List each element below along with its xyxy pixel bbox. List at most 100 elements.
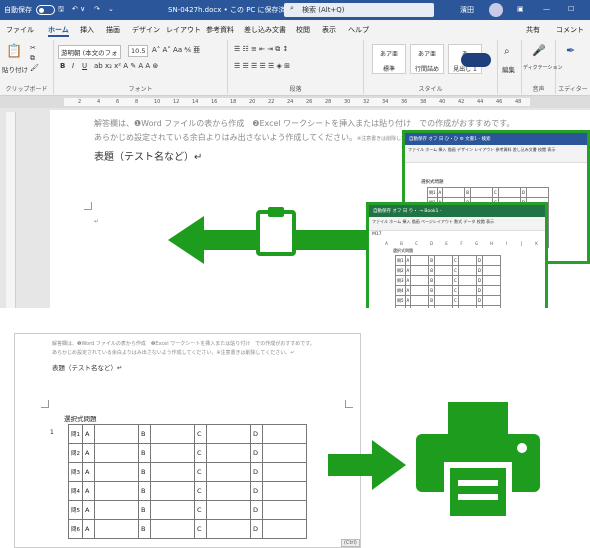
tab-help[interactable]: ヘルプ [348, 25, 369, 35]
column-header[interactable]: K [529, 241, 544, 246]
redo-icon[interactable]: ↷ [94, 5, 100, 13]
editor-pen-icon[interactable]: ✒ [566, 44, 575, 57]
column-header[interactable]: D [424, 241, 439, 246]
ribbon-display-icon[interactable]: ▣ [517, 5, 524, 13]
table-row: 問4A B C D [68, 481, 307, 501]
answer-space-cell [94, 462, 139, 482]
tab-insert[interactable]: 挿入 [80, 25, 94, 35]
editing-label[interactable]: 編集 [502, 64, 515, 74]
redaction-blob [461, 53, 491, 67]
answer-space-cell [206, 481, 251, 501]
copy-icon[interactable]: ⧉ [30, 54, 35, 63]
autosave-toggle[interactable] [36, 5, 55, 15]
choice-label-cell: B [138, 443, 151, 463]
choice-label-cell: D [250, 443, 263, 463]
autosave-label: 自動保存 [4, 6, 32, 14]
tab-home[interactable]: ホーム [48, 25, 69, 37]
save-icon[interactable]: 🖫 [58, 5, 64, 16]
tab-review[interactable]: 校閲 [296, 25, 310, 35]
avatar[interactable] [489, 3, 503, 17]
undo-icon[interactable]: ↶ ∨ [72, 5, 85, 13]
print-page: 解答欄は、❶Word ファイルの表から作成 ❷Excel ワークシートを挿入また… [14, 333, 361, 548]
italic-icon[interactable]: I [72, 62, 74, 70]
mini-excel-cellref: M17 [372, 232, 382, 237]
answer-space-cell [94, 519, 139, 539]
table-row: 問1 A B C D [68, 424, 307, 444]
underline-icon[interactable]: U [82, 62, 87, 70]
ruler-tick: 32 [363, 99, 370, 105]
answer-space-cell [525, 187, 549, 198]
microphone-icon[interactable]: 🎤 [532, 44, 546, 57]
print-heading: 表題（テスト名など）↵ [52, 364, 123, 372]
choice-label-cell: B [138, 519, 151, 539]
paste-icon[interactable]: 📋 [6, 44, 22, 59]
tab-mailings[interactable]: 差し込み文書 [244, 25, 286, 35]
editor-group: ✒ エディター [556, 40, 590, 94]
cut-icon[interactable]: ✂ [30, 44, 36, 52]
search-box[interactable]: ⌕ 検索 (Alt+Q) [284, 3, 434, 17]
choice-label-cell: B [138, 481, 151, 501]
column-header[interactable]: G [469, 241, 484, 246]
find-icon[interactable]: ⌕ [504, 46, 510, 57]
paste-options-tag[interactable]: (Ctrl) [341, 539, 360, 547]
font-size-select[interactable]: 10.5 [128, 45, 149, 57]
paste-label[interactable]: 貼り付け [2, 64, 28, 74]
share-button[interactable]: 共有 [526, 25, 540, 35]
choice-table: 問1 A B C D 問2 A B C D 問3 A B C D 問4 A B C D 問5 A B C D 問6 A B C D [68, 424, 307, 539]
column-header[interactable]: H [484, 241, 499, 246]
ruler-tick: 48 [515, 99, 522, 105]
mini-excel-column-headers: ABCDEFGHIJK [379, 241, 544, 246]
table-row: 問3A B C D [68, 462, 307, 482]
column-header[interactable]: F [454, 241, 469, 246]
answer-space-cell [434, 305, 454, 308]
answer-space-cell [410, 305, 430, 308]
question-cell: 問3 [395, 275, 406, 286]
table-row: 問5A B C D [68, 500, 307, 520]
grow-font-icon[interactable]: A˄ A˅ Aa ⅍ 亜 [152, 45, 200, 55]
align-icon[interactable]: ☰ ☰ ☰ ☰ ☰ ◈ ⊞ [234, 62, 290, 70]
tab-design[interactable]: デザイン [132, 25, 160, 35]
choice-label-cell: A [82, 424, 95, 444]
maximize-icon[interactable]: ☐ [568, 5, 574, 13]
answer-space-cell [434, 265, 454, 276]
doc-instruction-2: あらかじめ設定されている余白よりはみ出さないよう作成してください。※注意書きは削… [94, 133, 431, 142]
ruler-tick: 10 [154, 99, 161, 105]
ruler-tick: 38 [420, 99, 427, 105]
tab-layout[interactable]: レイアウト [166, 25, 201, 35]
choice-label-cell: C [194, 424, 207, 444]
tab-file[interactable]: ファイル [6, 25, 34, 35]
column-header[interactable]: A [379, 241, 394, 246]
answer-space-cell [481, 285, 501, 296]
bold-icon[interactable]: B [60, 62, 65, 70]
styles-group-label: スタイル [418, 86, 443, 93]
document-name[interactable]: SN-0427h.docx • この PC に保存済み ∨ [168, 5, 300, 15]
qat-dropdown-icon[interactable]: ⌄ [108, 5, 114, 13]
bullets-icon[interactable]: ☰ ☷ ≡ ⇤ ⇥ ⧉ ↕ [234, 45, 288, 54]
ruler-tick: 46 [496, 99, 503, 105]
ruler-tick: 16 [211, 99, 218, 105]
tab-references[interactable]: 参考資料 [206, 25, 234, 35]
tab-draw[interactable]: 描画 [106, 25, 120, 35]
comments-button[interactable]: コメント [556, 25, 584, 35]
title-bar: 自動保存 🖫 ↶ ∨ ↷ ⌄ SN-0427h.docx • この PC に保存… [0, 0, 590, 20]
clipboard-group-label: クリップボード [5, 86, 48, 93]
choice-label-cell: A [82, 481, 95, 501]
answer-space-cell [457, 285, 477, 296]
tab-view[interactable]: 表示 [322, 25, 336, 35]
minimize-icon[interactable]: — [543, 5, 550, 13]
font-name-select[interactable]: 游明朝 (本文のフォ [58, 45, 121, 59]
style-normal[interactable]: あア亜 標準 [372, 44, 406, 74]
question-cell: 問2 [68, 443, 83, 463]
answer-space-cell [410, 265, 430, 276]
print-corner-right [345, 400, 353, 408]
column-header[interactable]: E [439, 241, 454, 246]
column-header[interactable]: B [394, 241, 409, 246]
column-header[interactable]: C [409, 241, 424, 246]
question-cell: 問2 [395, 265, 406, 276]
question-cell: 問5 [395, 295, 406, 306]
style-no-spacing[interactable]: あア亜 行間詰め [410, 44, 444, 74]
text-effects-icon[interactable]: ab x₂ x² A ✎ A A ⊛ [94, 62, 158, 70]
format-painter-icon[interactable]: 🖌 [30, 64, 39, 72]
column-header[interactable]: I [499, 241, 514, 246]
column-header[interactable]: J [514, 241, 529, 246]
